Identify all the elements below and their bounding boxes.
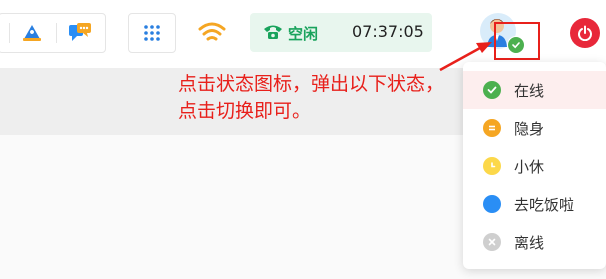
annotation-text: 点击状态图标，弹出以下状态， 点击切换即可。 [178,71,478,125]
status-option-label: 在线 [514,82,545,100]
status-option-break[interactable]: 小休 [463,147,606,185]
equals-icon [483,119,501,137]
annotation-line: 点击切换即可。 [178,100,312,122]
status-dropdown: 在线 隐身 小休 去吃饭啦 离线 [463,62,606,269]
status-option-offline[interactable]: 离线 [463,223,606,261]
status-option-label: 隐身 [514,120,545,138]
status-option-label: 小休 [514,158,545,176]
status-option-invisible[interactable]: 隐身 [463,109,606,147]
status-option-lunch[interactable]: 去吃饭啦 [463,185,606,223]
clock-icon [483,157,501,175]
x-icon [483,233,501,251]
annotation-line: 点击状态图标，弹出以下状态， [178,73,445,95]
status-option-label: 去吃饭啦 [514,196,575,214]
status-option-label: 离线 [514,234,545,252]
status-option-online[interactable]: 在线 [463,71,606,109]
dot-icon [483,195,501,213]
check-icon [483,81,501,99]
